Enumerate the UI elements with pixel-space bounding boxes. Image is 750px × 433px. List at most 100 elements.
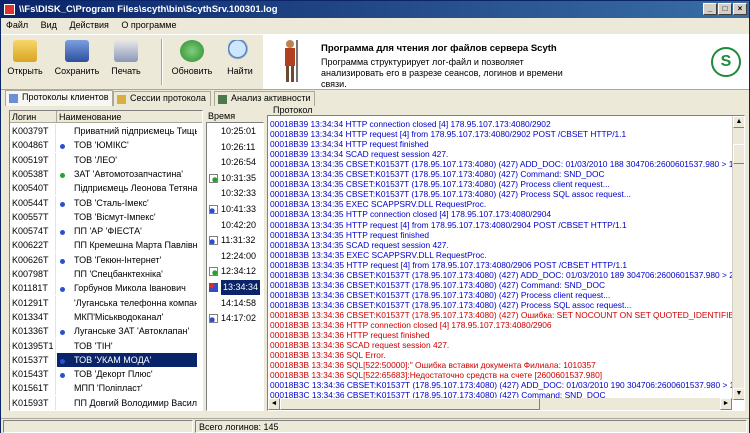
client-row[interactable]: K01543T ТОВ 'Декорт Плюс': [10, 367, 202, 382]
client-name: ЗАТ 'Автомотозапчастина': [74, 168, 184, 179]
client-row[interactable]: K00622T ПП Кремешна Марта Павлівна: [10, 238, 202, 253]
scroll-up-button[interactable]: ▲: [733, 116, 744, 128]
client-row[interactable]: K00557T ТОВ 'Вісмут-Імпекс': [10, 209, 202, 224]
tab-sessions-icon: [117, 95, 126, 104]
client-row[interactable]: K00798T ПП 'Спецбанктехніка': [10, 267, 202, 281]
tab-sessions[interactable]: Сессии протокола: [113, 91, 211, 106]
tab-client-protocols[interactable]: Протоколы клиентов: [5, 90, 114, 106]
time-row[interactable]: 14:17:02: [207, 311, 263, 327]
client-login: K01395T1: [11, 338, 56, 353]
menu-actions[interactable]: Действия: [64, 18, 113, 32]
scroll-down-button[interactable]: ▼: [733, 388, 744, 400]
time-list[interactable]: 10:25:01 10:26:11 10:26:54 10:31:35 10:32:33…: [206, 122, 264, 411]
client-name: Підприємець Леонова Тетяна Се: [74, 183, 197, 194]
client-row[interactable]: K00538T ЗАТ 'Автомотозапчастина': [10, 166, 202, 181]
tab-label: Протоколы клиентов: [22, 92, 109, 102]
client-name: Приватний підприємець Тищь Се: [74, 126, 197, 136]
time-row[interactable]: 10:26:11: [207, 140, 263, 156]
column-name[interactable]: Наименование: [57, 111, 202, 123]
time-row[interactable]: 10:31:35: [207, 171, 263, 187]
protocol-horizontal-scrollbar[interactable]: ◄ ►: [268, 398, 732, 410]
time-value: 10:26:54: [221, 157, 257, 168]
time-row[interactable]: 10:26:54: [207, 155, 263, 171]
client-row[interactable]: K01181T Горбунов Микола Іванович: [10, 281, 202, 296]
save-button[interactable]: Сохранить: [51, 38, 103, 86]
time-marker-icon: [209, 299, 218, 308]
client-name: МКП'Міськводоканал': [74, 311, 164, 322]
print-button[interactable]: Печать: [105, 38, 147, 86]
tab-protocols-icon: [9, 94, 18, 103]
client-row[interactable]: K01395T1 ТОВ 'ТІН': [10, 338, 202, 353]
time-value: 14:14:58: [221, 297, 257, 308]
maximize-button[interactable]: □: [718, 3, 732, 15]
time-row[interactable]: 13:34:34: [207, 280, 263, 296]
client-login: K00544T: [11, 195, 56, 210]
log-line: 00018B3B 13:34:36 CBSET:K01537T (178.95.…: [270, 299, 632, 310]
log-line: 00018B3B 13:34:35 HTTP request [4] from …: [270, 259, 628, 270]
time-marker-icon: [209, 221, 218, 230]
time-row[interactable]: 10:32:33: [207, 186, 263, 202]
time-value: 12:24:00: [221, 250, 257, 261]
client-row[interactable]: K00544T ТОВ 'Сталь-Імекс': [10, 195, 202, 210]
refresh-button[interactable]: Обновить: [169, 38, 215, 86]
time-value: 10:31:35: [221, 172, 257, 183]
client-row[interactable]: K00574T ПП 'АР 'ФІЕСТА': [10, 224, 202, 239]
client-row[interactable]: K00486T ТОВ 'ЮМІКС': [10, 138, 202, 153]
client-name: ТОВ 'ТІН': [74, 340, 113, 351]
protocol-log[interactable]: 00018B39 13:34:34 HTTP connection closed…: [267, 115, 745, 411]
time-row[interactable]: 14:14:58: [207, 296, 263, 312]
log-line: 00018B3A 13:34:35 HTTP request finished: [270, 229, 430, 240]
time-marker-icon: [209, 205, 218, 214]
client-row[interactable]: K01593T ПП Довгий Володимир Василь: [10, 395, 202, 410]
menu-file[interactable]: Файл: [1, 18, 33, 32]
client-row[interactable]: K01561T МПП 'Поліпласт': [10, 381, 202, 396]
hscroll-thumb[interactable]: [280, 398, 540, 410]
title-bar: \\Fs\DISK_C\Program Files\scyth\bin\Scyt…: [1, 1, 749, 18]
close-button[interactable]: ×: [733, 3, 747, 15]
client-login: K00574T: [11, 224, 56, 239]
scroll-right-button[interactable]: ►: [720, 398, 732, 410]
time-marker-icon: [209, 173, 218, 183]
protocol-vertical-scrollbar[interactable]: ▲ ▼: [732, 116, 744, 400]
clients-list[interactable]: Логин Наименование K00379T Приватний підп…: [9, 110, 203, 411]
client-row[interactable]: K01334T МКП'Міськводоканал': [10, 309, 202, 324]
time-value: 10:41:33: [221, 204, 257, 214]
client-row[interactable]: K00626T ТОВ 'Гекюн-Інтернет': [10, 252, 202, 267]
time-row[interactable]: 10:41:33: [207, 202, 263, 218]
refresh-label: Обновить: [171, 66, 213, 76]
client-login: K00379T: [11, 124, 56, 138]
log-line: 00018B3B 13:34:36 SQL[522:65683]:Недоста…: [270, 370, 603, 381]
blue-status-dot-icon: [60, 258, 65, 264]
log-line: 00018B3B 13:34:36 CBSET:K01537T (178.95.…: [270, 309, 741, 320]
open-button[interactable]: Открыть: [3, 38, 47, 86]
log-line: 00018B3C 13:34:36 CBSET:K01537T (178.95.…: [270, 380, 739, 391]
scroll-left-button[interactable]: ◄: [268, 398, 280, 410]
client-row[interactable]: K01291T 'Луганська телефонна компанія: [10, 295, 202, 310]
log-line: 00018B3B 13:34:36 CBSET:K01537T (178.95.…: [270, 289, 611, 300]
status-bar: Всего логинов: 145: [1, 418, 749, 433]
client-name: 'Луганська телефонна компанія: [74, 297, 197, 308]
column-login[interactable]: Логин: [10, 111, 57, 123]
minimize-button[interactable]: _: [703, 3, 717, 15]
log-line: 00018B3B 13:34:36 CBSET:K01537T (178.95.…: [270, 279, 606, 290]
time-value: 10:25:01: [221, 126, 257, 136]
scroll-thumb[interactable]: [733, 144, 744, 164]
find-button[interactable]: Найти: [221, 38, 259, 86]
client-row[interactable]: K01537T ТОВ 'УКАМ МОДА': [10, 352, 202, 367]
client-row[interactable]: K00379T Приватний підприємець Тищь Се: [10, 124, 202, 138]
client-name: ТОВ 'Гекюн-Інтернет': [74, 254, 162, 265]
client-row[interactable]: K00519T ТОВ 'ЛЕО': [10, 152, 202, 167]
menu-view[interactable]: Вид: [36, 18, 62, 32]
time-marker-icon: [209, 252, 218, 261]
time-row[interactable]: 12:34:12: [207, 264, 263, 280]
time-row[interactable]: 11:31:32: [207, 233, 263, 249]
time-row[interactable]: 10:42:20: [207, 218, 263, 234]
client-row[interactable]: K00540T Підприємець Леонова Тетяна Се: [10, 181, 202, 196]
log-line: 00018B3A 13:34:35 HTTP connection closed…: [270, 209, 552, 220]
tab-activity-analysis[interactable]: Анализ активности: [214, 91, 316, 106]
app-icon: [4, 4, 15, 15]
menu-about[interactable]: О программе: [116, 18, 181, 32]
client-row[interactable]: K01336T Луганське ЗАТ 'Автоклапан': [10, 324, 202, 339]
time-row[interactable]: 10:25:01: [207, 124, 263, 140]
time-row[interactable]: 12:24:00: [207, 249, 263, 265]
